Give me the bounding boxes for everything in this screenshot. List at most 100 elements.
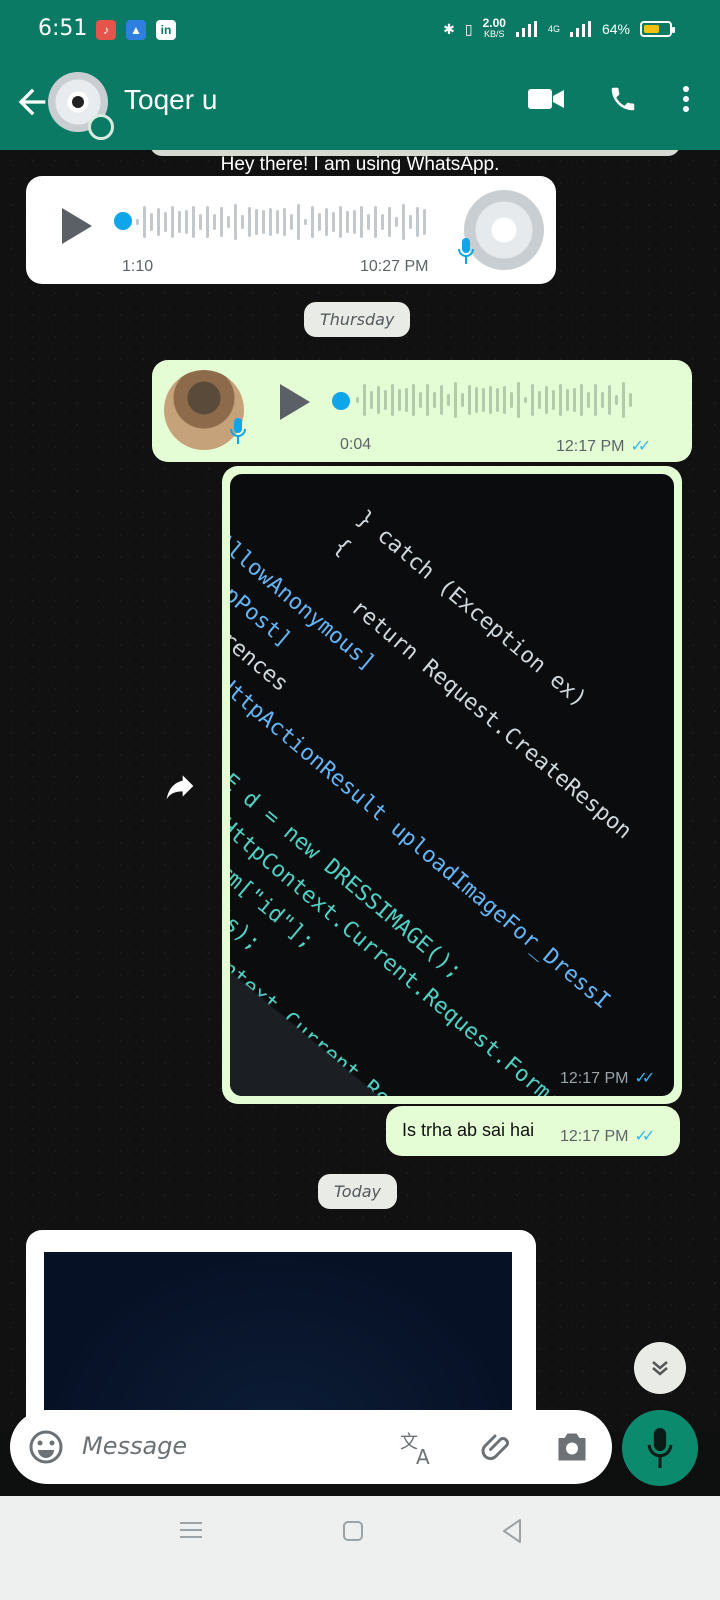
translate-icon[interactable]: 文A — [400, 1430, 438, 1466]
mic-icon — [230, 418, 246, 444]
voice-record-button[interactable] — [622, 1410, 698, 1486]
waveform-bar — [150, 212, 153, 232]
waveform-bar — [517, 382, 520, 418]
recents-icon[interactable] — [180, 1520, 202, 1540]
waveform-bar — [255, 208, 258, 236]
waveform-bar — [524, 396, 527, 404]
waveform-bar — [262, 210, 265, 234]
message-composer[interactable]: Message 文A — [10, 1410, 612, 1484]
vibrate-icon: ▯ — [464, 20, 473, 37]
taskbar-corner — [230, 956, 430, 1096]
message-time-with-ticks: 12:17 PM ✓✓ — [556, 436, 651, 456]
message-input[interactable]: Message — [82, 1432, 187, 1460]
contact-name[interactable]: Toqer u — [124, 84, 217, 116]
waveform-bar — [363, 383, 366, 417]
play-icon[interactable] — [280, 384, 310, 420]
waveform-bar — [629, 393, 632, 407]
waveform-bar — [374, 206, 377, 238]
date-separator: Today — [318, 1174, 398, 1209]
read-ticks-icon: ✓✓ — [634, 1128, 655, 1145]
waveform-bar — [381, 213, 384, 231]
message-time: 12:17 PM — [560, 1070, 629, 1087]
outgoing-text-message[interactable]: Is trha ab sai hai 12:17 PM ✓✓ — [386, 1106, 680, 1156]
net-speed-unit: KB/S — [484, 29, 505, 39]
incoming-image-message[interactable] — [26, 1230, 536, 1432]
contact-avatar[interactable] — [48, 72, 114, 140]
waveform-bar — [370, 390, 373, 410]
waveform-bar — [213, 214, 216, 230]
playback-scrubber[interactable] — [332, 392, 350, 410]
message-time: 10:27 PM — [360, 258, 429, 275]
voice-duration: 0:04 — [340, 436, 372, 453]
waveform-bar — [402, 204, 405, 240]
bluetooth-icon: ✱ — [443, 20, 455, 37]
waveform-bar — [468, 384, 471, 416]
incoming-voice-message[interactable]: 1:10 10:27 PM — [26, 176, 556, 284]
waveform-bar — [304, 218, 307, 226]
waveform-bar — [332, 212, 335, 232]
waveform-bar — [164, 211, 167, 233]
waveform-bar — [199, 214, 202, 230]
disappearing-timer-icon — [88, 114, 114, 140]
waveform-bar — [388, 207, 391, 237]
play-icon[interactable] — [62, 208, 92, 244]
waveform-bar — [615, 394, 618, 406]
read-ticks-icon: ✓✓ — [634, 1070, 655, 1087]
waveform-bar — [531, 383, 534, 417]
waveform-bar — [409, 215, 412, 229]
waveform-bar — [339, 206, 342, 238]
waveform-bar — [475, 386, 478, 414]
waveform-bar — [587, 391, 590, 409]
waveform-bar — [447, 394, 450, 406]
waveform-bar — [398, 388, 401, 412]
received-image[interactable] — [44, 1252, 512, 1432]
waveform-bar — [311, 205, 314, 239]
back-arrow-icon[interactable] — [12, 82, 52, 122]
waveform-bar — [241, 214, 244, 230]
more-options-icon[interactable] — [682, 85, 690, 113]
waveform-bar — [496, 387, 499, 413]
waveform-bar — [346, 210, 349, 234]
scroll-to-bottom-button[interactable] — [634, 1342, 686, 1394]
voice-waveform — [136, 196, 436, 248]
waveform-bar — [573, 387, 576, 413]
waveform-bar — [608, 385, 611, 415]
date-separator: Thursday — [304, 302, 411, 337]
music-app-icon: ♪ — [96, 20, 116, 40]
waveform-bar — [192, 205, 195, 239]
waveform-bar — [220, 207, 223, 237]
signal-icon-2 — [569, 21, 591, 37]
camera-icon[interactable] — [554, 1430, 590, 1464]
net-speed-value: 2.00 — [482, 16, 506, 30]
waveform-bar — [227, 216, 230, 228]
waveform-bar — [405, 388, 408, 412]
voice-call-icon[interactable] — [608, 84, 638, 114]
chat-area[interactable]: Hey there! I am using WhatsApp. 1:10 10:… — [0, 150, 720, 1432]
emoji-icon[interactable] — [28, 1429, 64, 1465]
message-time-with-ticks: 12:17 PM ✓✓ — [560, 1126, 655, 1146]
outgoing-image-message[interactable]: } catch (Exception ex) { return Request.… — [222, 466, 682, 1104]
waveform-bar — [545, 385, 548, 415]
back-icon[interactable] — [500, 1518, 524, 1544]
waveform-bar — [622, 382, 625, 418]
code-photo[interactable]: } catch (Exception ex) { return Request.… — [230, 474, 674, 1096]
waveform-bar — [433, 392, 436, 408]
waveform-bar — [503, 386, 506, 414]
outgoing-voice-message[interactable]: 0:04 12:17 PM ✓✓ — [152, 360, 692, 462]
home-icon[interactable] — [342, 1520, 364, 1542]
attach-icon[interactable] — [480, 1430, 516, 1466]
waveform-bar — [178, 210, 181, 234]
waveform-bar — [423, 209, 426, 235]
network-type: 4G — [547, 24, 560, 34]
video-call-icon[interactable] — [528, 87, 564, 111]
waveform-bar — [318, 213, 321, 231]
chat-header: Toqer u — [0, 60, 720, 150]
playback-scrubber[interactable] — [114, 212, 132, 230]
waveform-bar — [594, 384, 597, 416]
waveform-bar — [426, 383, 429, 417]
mic-icon — [458, 238, 474, 264]
waveform-bar — [454, 382, 457, 418]
forward-icon[interactable] — [164, 770, 196, 802]
waveform-bar — [283, 208, 286, 236]
voice-duration: 1:10 — [122, 258, 154, 275]
